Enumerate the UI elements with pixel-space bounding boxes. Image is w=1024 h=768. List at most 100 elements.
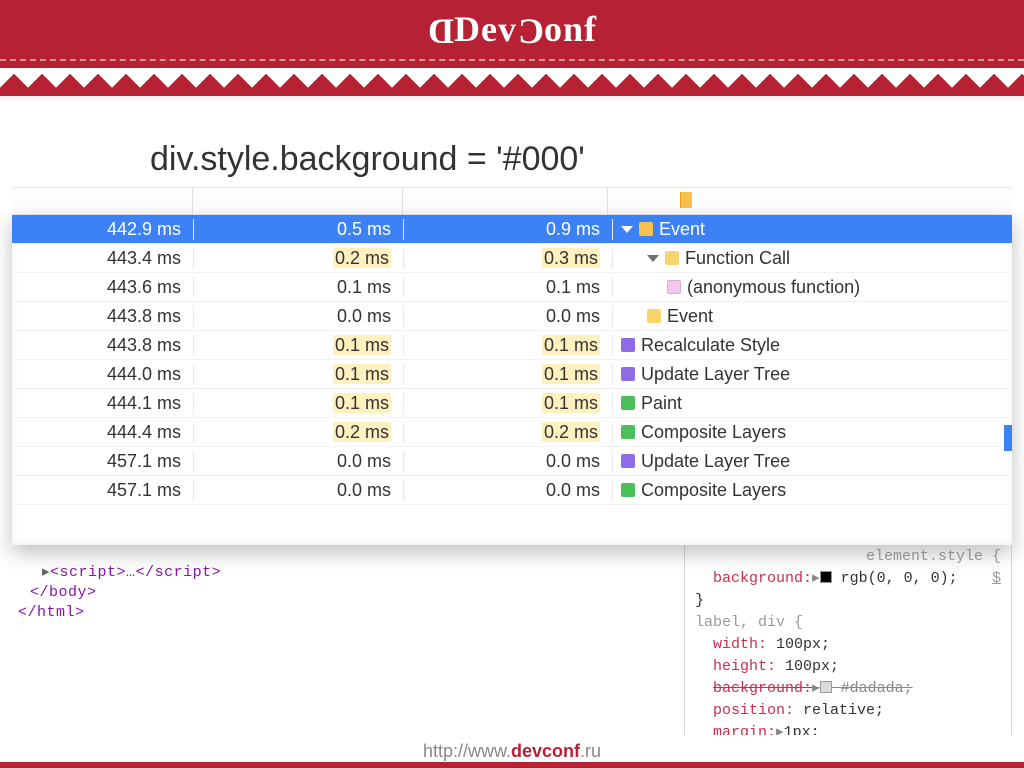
logo-d-flip-icon: D	[427, 10, 454, 52]
timeline-grid[interactable]: 442.9 ms0.5 ms0.9 msEvent443.4 ms0.2 ms0…	[12, 215, 1012, 545]
activity-cell: Update Layer Tree	[612, 451, 1012, 472]
activity-cell: Update Layer Tree	[612, 364, 1012, 385]
footer-link[interactable]: devconf	[511, 741, 580, 761]
total-time-cell: 0.0 ms	[403, 306, 612, 327]
timeline-row[interactable]: 443.6 ms0.1 ms0.1 ms(anonymous function)	[12, 273, 1012, 302]
color-swatch-black-icon[interactable]	[820, 571, 832, 583]
activity-cell: Recalculate Style	[612, 335, 1012, 356]
scrollbar-thumb[interactable]	[1004, 425, 1012, 451]
activity-label: Event	[659, 219, 705, 240]
styles-source-link[interactable]: $	[992, 568, 1001, 590]
activity-label: Update Layer Tree	[641, 451, 790, 472]
timestamp-cell: 443.4 ms	[12, 248, 193, 269]
timeline-ruler[interactable]	[12, 187, 1012, 215]
timestamp-cell: 457.1 ms	[12, 451, 193, 472]
category-swatch-icon	[621, 367, 635, 381]
src-body-close: </body>	[30, 584, 97, 601]
category-swatch-icon	[665, 251, 679, 265]
activity-cell: Event	[612, 306, 1012, 327]
logo-text-1: Dev	[454, 9, 517, 49]
activity-cell: Composite Layers	[612, 480, 1012, 501]
total-time-cell: 0.1 ms	[403, 393, 612, 414]
activity-cell: Composite Layers	[612, 422, 1012, 443]
self-time-cell: 0.5 ms	[193, 219, 403, 240]
category-swatch-icon	[647, 309, 661, 323]
self-time-cell: 0.1 ms	[193, 335, 403, 356]
activity-label: Event	[667, 306, 713, 327]
total-time-cell: 0.0 ms	[403, 451, 612, 472]
src-script-open: <script>	[50, 564, 126, 581]
activity-label: Composite Layers	[641, 480, 786, 501]
total-time-cell: 0.3 ms	[403, 248, 612, 269]
category-swatch-icon	[621, 483, 635, 497]
timeline-row[interactable]: 444.1 ms0.1 ms0.1 msPaint	[12, 389, 1012, 418]
timeline-row[interactable]: 443.8 ms0.0 ms0.0 msEvent	[12, 302, 1012, 331]
timeline-row[interactable]: 457.1 ms0.0 ms0.0 msUpdate Layer Tree	[12, 447, 1012, 476]
timestamp-cell: 443.6 ms	[12, 277, 193, 298]
style-rule-labeldiv: label, div {	[695, 612, 1001, 634]
category-swatch-icon	[621, 338, 635, 352]
src-html-close: </html>	[18, 604, 85, 621]
ruler-event-mark-icon	[680, 192, 692, 208]
timestamp-cell: 444.0 ms	[12, 364, 193, 385]
timestamp-cell: 444.4 ms	[12, 422, 193, 443]
timeline-row[interactable]: 457.1 ms0.0 ms0.0 msComposite Layers	[12, 476, 1012, 505]
activity-label: (anonymous function)	[687, 277, 860, 298]
slide-title: div.style.background = '#000'	[150, 140, 1012, 179]
activity-cell: Event	[612, 219, 1012, 240]
expand-arrow-icon[interactable]: ▸	[42, 564, 50, 581]
total-time-cell: 0.0 ms	[403, 480, 612, 501]
timeline-row[interactable]: 444.0 ms0.1 ms0.1 msUpdate Layer Tree	[12, 360, 1012, 389]
expand-arrow-icon[interactable]: ▸	[812, 680, 820, 697]
total-time-cell: 0.1 ms	[403, 277, 612, 298]
disclosure-triangle-icon[interactable]	[647, 255, 659, 262]
timestamp-cell: 442.9 ms	[12, 219, 193, 240]
self-time-cell: 0.1 ms	[193, 393, 403, 414]
self-time-cell: 0.0 ms	[193, 480, 403, 501]
timestamp-cell: 444.1 ms	[12, 393, 193, 414]
brand-logo: DDevConf	[427, 8, 597, 50]
timeline-row[interactable]: 444.4 ms0.2 ms0.2 msComposite Layers	[12, 418, 1012, 447]
activity-cell: Function Call	[612, 248, 1012, 269]
total-time-cell: 0.2 ms	[403, 422, 612, 443]
activity-label: Paint	[641, 393, 682, 414]
timeline-panel: 442.9 ms0.5 ms0.9 msEvent443.4 ms0.2 ms0…	[12, 187, 1012, 557]
self-time-cell: 0.2 ms	[193, 422, 403, 443]
timeline-row[interactable]: 442.9 ms0.5 ms0.9 ms Event	[12, 215, 1012, 244]
slide-header: DDevConf	[0, 0, 1024, 60]
timestamp-cell: 457.1 ms	[12, 480, 193, 501]
devtools-lower-panes: ▸<script>…</script> </body> </html> elem…	[12, 539, 1012, 768]
category-swatch-icon	[621, 396, 635, 410]
elements-source-pane[interactable]: ▸<script>…</script> </body> </html>	[12, 539, 684, 768]
category-swatch-icon	[639, 222, 653, 236]
activity-label: Composite Layers	[641, 422, 786, 443]
disclosure-triangle-icon[interactable]	[621, 226, 633, 233]
category-swatch-icon	[621, 454, 635, 468]
logo-c-flip-icon: C	[517, 10, 544, 52]
self-time-cell: 0.2 ms	[193, 248, 403, 269]
total-time-cell: 0.1 ms	[403, 364, 612, 385]
header-zigzag-icon	[0, 60, 1024, 96]
styles-pane[interactable]: element.style { $ background:▸ rgb(0, 0,…	[684, 539, 1012, 768]
category-swatch-icon	[667, 280, 681, 294]
header-dash-line	[0, 59, 1024, 61]
timeline-row[interactable]: 443.4 ms0.2 ms0.3 ms Function Call	[12, 244, 1012, 273]
self-time-cell: 0.0 ms	[193, 451, 403, 472]
self-time-cell: 0.1 ms	[193, 364, 403, 385]
activity-cell: (anonymous function)	[612, 277, 1012, 298]
expand-arrow-icon[interactable]: ▸	[812, 570, 820, 587]
timestamp-cell: 443.8 ms	[12, 306, 193, 327]
activity-label: Function Call	[685, 248, 790, 269]
color-swatch-grey-icon[interactable]	[820, 681, 832, 693]
logo-text-2: onf	[544, 9, 597, 49]
activity-cell: Paint	[612, 393, 1012, 414]
timestamp-cell: 443.8 ms	[12, 335, 193, 356]
footer-bottom-bar	[0, 762, 1024, 768]
activity-label: Update Layer Tree	[641, 364, 790, 385]
category-swatch-icon	[621, 425, 635, 439]
total-time-cell: 0.9 ms	[403, 219, 612, 240]
activity-label: Recalculate Style	[641, 335, 780, 356]
timeline-row[interactable]: 443.8 ms0.1 ms0.1 msRecalculate Style	[12, 331, 1012, 360]
src-script-close: </script>	[136, 564, 222, 581]
self-time-cell: 0.1 ms	[193, 277, 403, 298]
